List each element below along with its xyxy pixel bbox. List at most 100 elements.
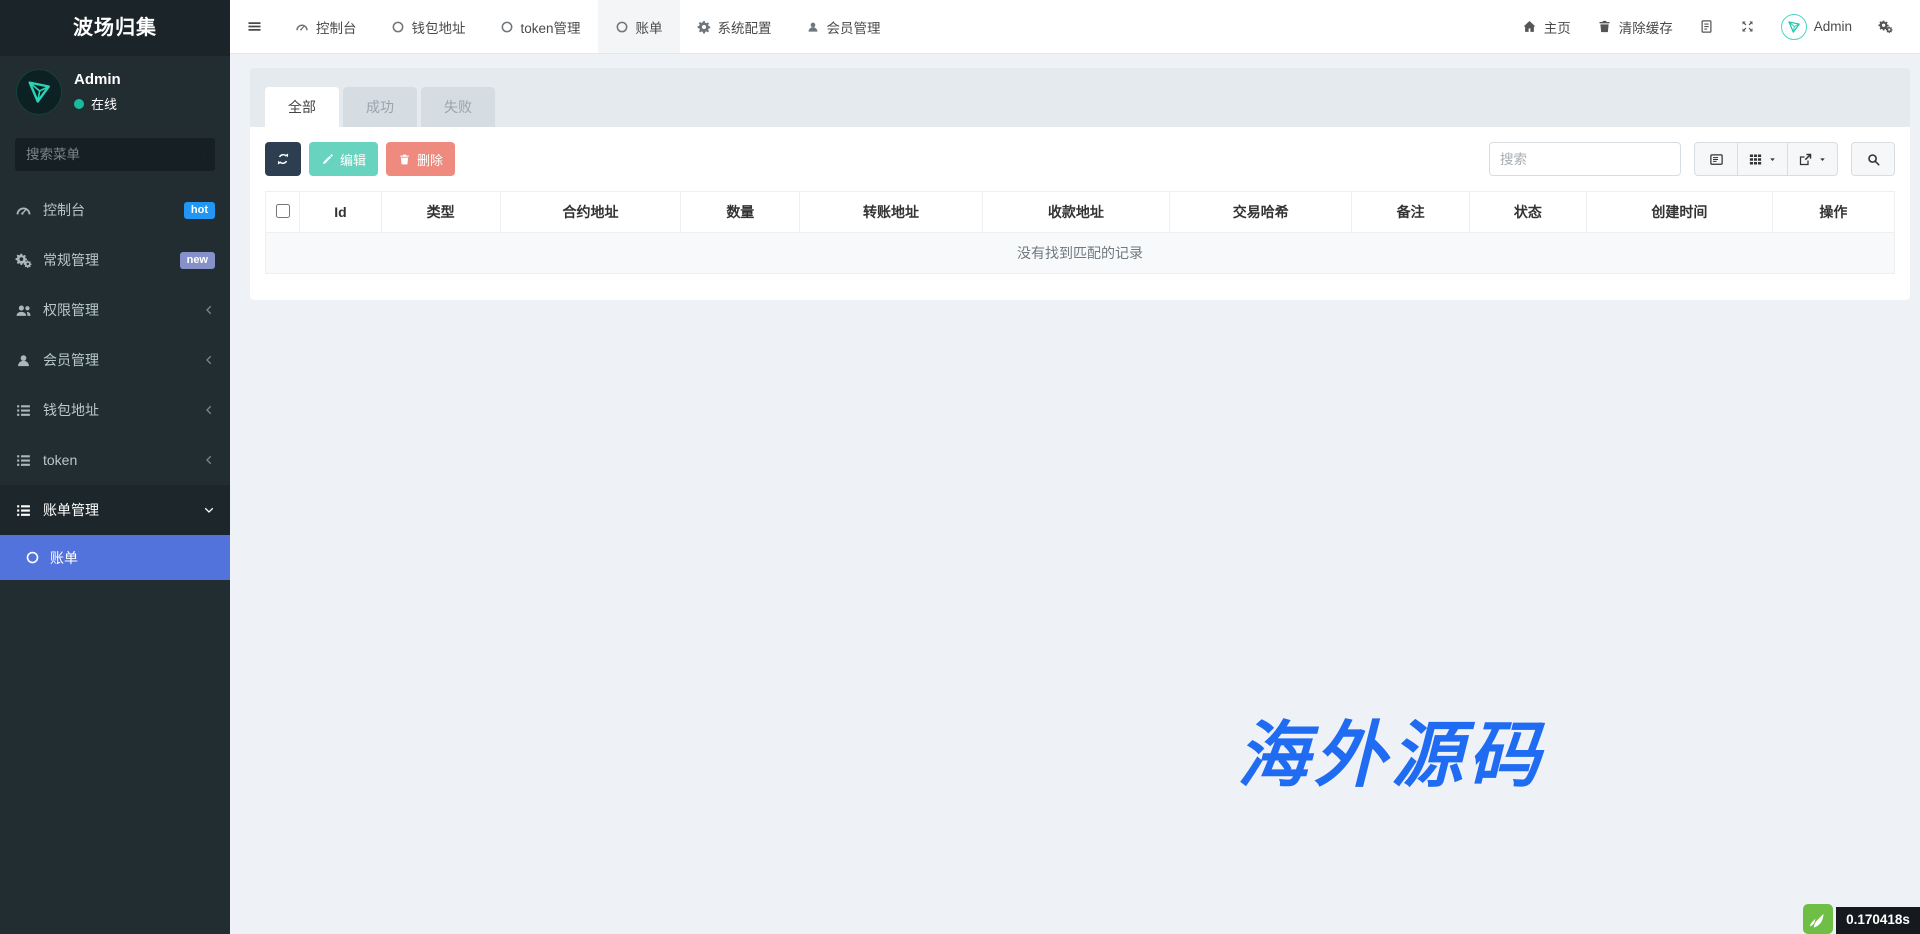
search-icon xyxy=(1866,152,1881,167)
navbar-right: 主页 清除缓存 Admin xyxy=(1509,0,1920,53)
user-icon xyxy=(15,352,32,369)
sidebar-item-auth[interactable]: 权限管理 xyxy=(0,285,230,335)
sidebar-item-bill-manage[interactable]: 账单管理 xyxy=(0,485,230,535)
sidebar-item-label: 钱包地址 xyxy=(43,400,99,420)
cogs-icon xyxy=(15,252,32,269)
hot-badge: hot xyxy=(184,202,215,219)
tab-bill[interactable]: 账单 xyxy=(598,0,680,53)
tab-dashboard[interactable]: 控制台 xyxy=(278,0,374,53)
col-created-at[interactable]: 创建时间 xyxy=(1587,192,1773,233)
menu-search-input[interactable] xyxy=(26,147,203,162)
fullscreen-button[interactable] xyxy=(1727,0,1768,53)
circle-icon xyxy=(500,20,514,34)
cogs-icon xyxy=(1878,19,1893,34)
toggle-view-button[interactable] xyxy=(1694,142,1738,176)
sidebar-item-label: 权限管理 xyxy=(43,300,99,320)
user-menu[interactable]: Admin xyxy=(1768,0,1865,53)
sidebar-subitem-bill[interactable]: 账单 xyxy=(0,535,230,580)
sidebar-item-label: 账单管理 xyxy=(43,500,99,520)
tab-all[interactable]: 全部 xyxy=(265,87,339,127)
sidebar-item-dashboard[interactable]: 控制台 hot xyxy=(0,185,230,235)
chevron-left-icon xyxy=(203,454,215,466)
list-icon xyxy=(15,502,32,519)
sidebar-toggle-button[interactable] xyxy=(230,0,278,53)
col-status[interactable]: 状态 xyxy=(1469,192,1586,233)
gear-icon xyxy=(697,20,711,34)
tab-success[interactable]: 成功 xyxy=(343,87,417,127)
avatar xyxy=(1781,14,1807,40)
hamburger-icon xyxy=(246,18,263,35)
settings-button[interactable] xyxy=(1865,0,1906,53)
status-tabs: 全部 成功 失败 xyxy=(265,87,1895,127)
sidebar-item-label: 会员管理 xyxy=(43,350,99,370)
toolbar-right xyxy=(1489,142,1895,176)
trash-icon xyxy=(1597,19,1612,34)
toggle-view-icon xyxy=(1709,152,1724,167)
clear-cache-button[interactable]: 清除缓存 xyxy=(1584,0,1686,53)
user-panel: Admin 在线 xyxy=(0,56,230,128)
main-content: 全部 成功 失败 编辑 删除 xyxy=(230,54,1920,934)
delete-button[interactable]: 删除 xyxy=(386,142,455,176)
dashboard-icon xyxy=(15,202,32,219)
navbar-username: Admin xyxy=(1814,19,1852,34)
col-actions[interactable]: 操作 xyxy=(1772,192,1894,233)
thinkphp-logo-icon xyxy=(1803,904,1833,934)
table-search-input[interactable] xyxy=(1489,142,1681,176)
chevron-left-icon xyxy=(203,354,215,366)
col-tx-hash[interactable]: 交易哈希 xyxy=(1170,192,1352,233)
col-receive-address[interactable]: 收款地址 xyxy=(982,192,1169,233)
col-transfer-address[interactable]: 转账地址 xyxy=(800,192,982,233)
panel-body: 编辑 删除 xyxy=(250,127,1910,300)
col-amount[interactable]: 数量 xyxy=(681,192,800,233)
panel-heading: 全部 成功 失败 xyxy=(250,68,1910,127)
tab-failed[interactable]: 失败 xyxy=(421,87,495,127)
table-toolbar: 编辑 删除 xyxy=(265,142,1895,176)
tab-token[interactable]: token管理 xyxy=(483,0,598,53)
col-remark[interactable]: 备注 xyxy=(1352,192,1469,233)
docs-button[interactable] xyxy=(1686,0,1727,53)
tab-system-config[interactable]: 系统配置 xyxy=(680,0,789,53)
search-toggle-button[interactable] xyxy=(1851,142,1895,176)
tron-logo-icon xyxy=(1786,19,1802,35)
columns-dropdown-button[interactable] xyxy=(1737,142,1788,176)
bill-panel: 全部 成功 失败 编辑 删除 xyxy=(250,68,1910,300)
sidebar-item-general[interactable]: 常规管理 new xyxy=(0,235,230,285)
view-button-group xyxy=(1694,142,1838,176)
sidebar-item-member[interactable]: 会员管理 xyxy=(0,335,230,385)
sidebar-item-token[interactable]: token xyxy=(0,435,230,485)
sidebar-item-wallet[interactable]: 钱包地址 xyxy=(0,385,230,435)
table-header-row: Id 类型 合约地址 数量 转账地址 收款地址 交易哈希 备注 状态 创建时间 … xyxy=(266,192,1895,233)
bill-table-wrap: Id 类型 合约地址 数量 转账地址 收款地址 交易哈希 备注 状态 创建时间 … xyxy=(265,191,1895,274)
tab-wallet[interactable]: 钱包地址 xyxy=(374,0,483,53)
pencil-icon xyxy=(321,153,334,166)
empty-row: 没有找到匹配的记录 xyxy=(266,233,1895,274)
new-badge: new xyxy=(180,252,215,269)
col-type[interactable]: 类型 xyxy=(381,192,500,233)
home-icon xyxy=(1522,19,1537,34)
caret-down-icon xyxy=(1818,155,1827,164)
refresh-button[interactable] xyxy=(265,142,301,176)
sidebar-subitem-label: 账单 xyxy=(50,548,78,568)
refresh-icon xyxy=(276,152,290,166)
list-icon xyxy=(15,452,32,469)
edit-button[interactable]: 编辑 xyxy=(309,142,378,176)
tron-logo-icon xyxy=(24,77,54,107)
sidebar-menu: 控制台 hot 常规管理 new 权限管理 会员管理 钱包地址 token xyxy=(0,185,230,535)
circle-icon xyxy=(25,550,40,565)
document-icon xyxy=(1699,19,1714,34)
export-icon xyxy=(1798,152,1813,167)
render-timer: 0.170418s xyxy=(1803,904,1920,934)
search-icon xyxy=(203,148,204,162)
select-all-checkbox[interactable] xyxy=(276,204,290,218)
sidebar-item-label: 控制台 xyxy=(43,200,85,220)
col-id[interactable]: Id xyxy=(300,192,381,233)
tab-member[interactable]: 会员管理 xyxy=(789,0,898,53)
col-contract-address[interactable]: 合约地址 xyxy=(500,192,681,233)
menu-search xyxy=(15,138,215,171)
circle-icon xyxy=(615,20,629,34)
home-link[interactable]: 主页 xyxy=(1509,0,1584,53)
export-dropdown-button[interactable] xyxy=(1787,142,1838,176)
user-name: Admin xyxy=(74,71,121,88)
sidebar: 波场归集 Admin 在线 控制台 hot 常规管理 new 权限管理 xyxy=(0,0,230,934)
expand-icon xyxy=(1740,19,1755,34)
